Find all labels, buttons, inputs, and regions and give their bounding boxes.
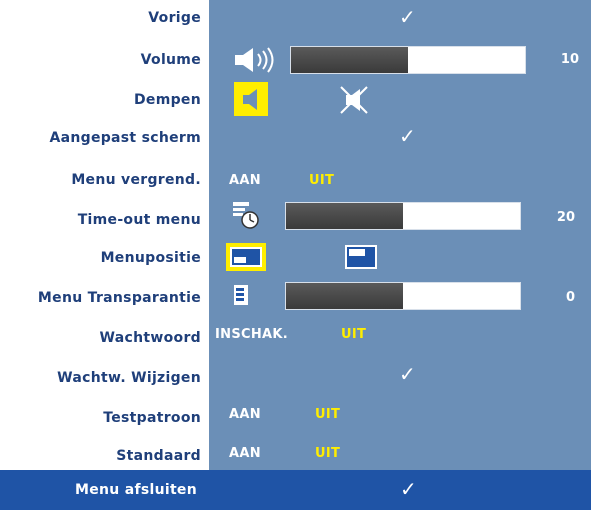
volume-slider-fill bbox=[291, 47, 408, 73]
volume-value: 10 bbox=[560, 52, 579, 67]
menu-lock-on-option[interactable]: AAN bbox=[229, 173, 261, 188]
menu-item-vorige[interactable]: Vorige bbox=[0, 10, 207, 26]
position-right-icon[interactable] bbox=[345, 245, 377, 269]
menu-item-menu-vergrend[interactable]: Menu vergrend. bbox=[0, 172, 207, 188]
check-icon[interactable]: ✓ bbox=[399, 364, 416, 384]
menu-item-menupositie[interactable]: Menupositie bbox=[0, 250, 207, 266]
menu-labels: Vorige Volume Dempen Aangepast scherm Me… bbox=[0, 0, 207, 470]
timer-icon bbox=[233, 202, 259, 229]
default-off-option[interactable]: UIT bbox=[315, 446, 340, 461]
check-icon[interactable]: ✓ bbox=[399, 7, 416, 27]
timeout-slider[interactable] bbox=[285, 202, 521, 230]
options-panel: ✓ 10 ✓ AAN UIT 20 0 INSCHAK. UIT ✓ AAN U… bbox=[209, 0, 591, 470]
menu-item-menu-transparantie[interactable]: Menu Transparantie bbox=[0, 290, 207, 306]
speaker-muted-icon[interactable] bbox=[337, 84, 371, 116]
position-left-icon bbox=[230, 247, 262, 267]
menu-item-time-out-menu[interactable]: Time-out menu bbox=[0, 212, 207, 228]
test-pattern-off-option[interactable]: UIT bbox=[315, 407, 340, 422]
transparency-slider-fill bbox=[286, 283, 403, 309]
volume-slider[interactable] bbox=[290, 46, 526, 74]
exit-menu-label: Menu afsluiten bbox=[74, 482, 197, 498]
menu-item-aangepast-scherm[interactable]: Aangepast scherm bbox=[0, 130, 207, 146]
password-enable-option[interactable]: INSCHAK. bbox=[215, 327, 288, 342]
menu-item-standaard[interactable]: Standaard bbox=[0, 448, 207, 464]
position-left-option[interactable] bbox=[226, 243, 266, 271]
transparency-icon bbox=[234, 285, 248, 305]
transparency-value: 0 bbox=[565, 290, 575, 305]
timeout-slider-fill bbox=[286, 203, 403, 229]
check-icon[interactable]: ✓ bbox=[399, 126, 416, 146]
menu-item-dempen[interactable]: Dempen bbox=[0, 92, 207, 108]
menu-item-wachtwoord[interactable]: Wachtwoord bbox=[0, 330, 207, 346]
transparency-slider[interactable] bbox=[285, 282, 521, 310]
check-icon[interactable]: ✓ bbox=[400, 479, 417, 499]
exit-menu-bar[interactable]: Menu afsluiten ✓ bbox=[0, 470, 591, 510]
menu-item-wachtw-wijzigen[interactable]: Wachtw. Wijzigen bbox=[0, 370, 207, 386]
password-off-option[interactable]: UIT bbox=[341, 327, 366, 342]
menu-item-volume[interactable]: Volume bbox=[0, 52, 207, 68]
menu-lock-off-option[interactable]: UIT bbox=[309, 173, 334, 188]
menu-item-testpatroon[interactable]: Testpatroon bbox=[0, 410, 207, 426]
default-on-option[interactable]: AAN bbox=[229, 446, 261, 461]
speaker-icon bbox=[243, 89, 257, 110]
timeout-value: 20 bbox=[556, 210, 575, 225]
speaker-icon bbox=[235, 47, 274, 73]
test-pattern-on-option[interactable]: AAN bbox=[229, 407, 261, 422]
mute-off-option[interactable] bbox=[234, 82, 268, 116]
